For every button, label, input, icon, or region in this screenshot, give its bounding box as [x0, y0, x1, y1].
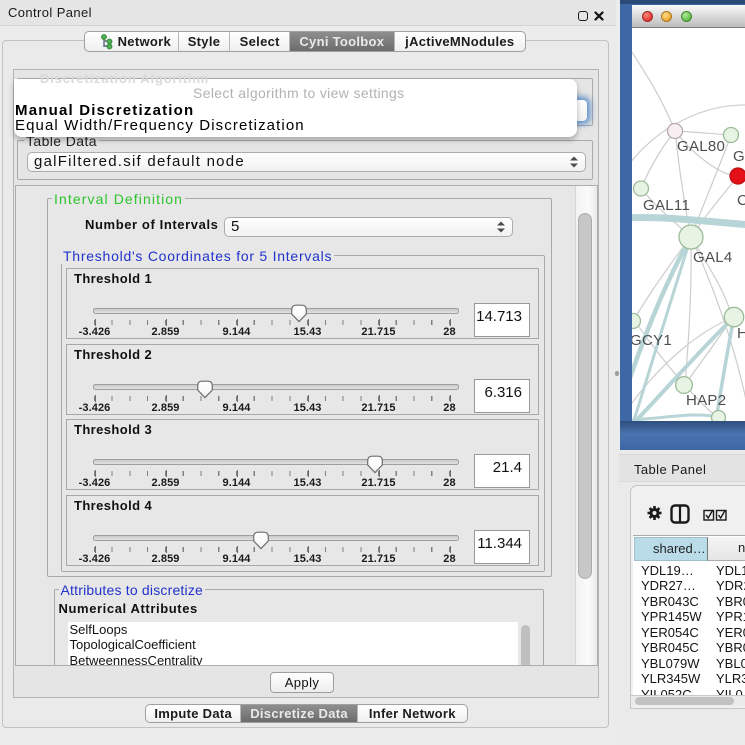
- svg-text:GAL4: GAL4: [693, 249, 733, 266]
- svg-text:GAL11: GAL11: [643, 197, 690, 214]
- svg-text:GA: GA: [733, 148, 745, 165]
- svg-text:GCY1: GCY1: [632, 332, 672, 349]
- svg-text:C: C: [737, 192, 745, 209]
- svg-text:GAL80: GAL80: [677, 138, 725, 155]
- svg-text:HAP2: HAP2: [686, 392, 726, 409]
- svg-text:H: H: [737, 325, 745, 342]
